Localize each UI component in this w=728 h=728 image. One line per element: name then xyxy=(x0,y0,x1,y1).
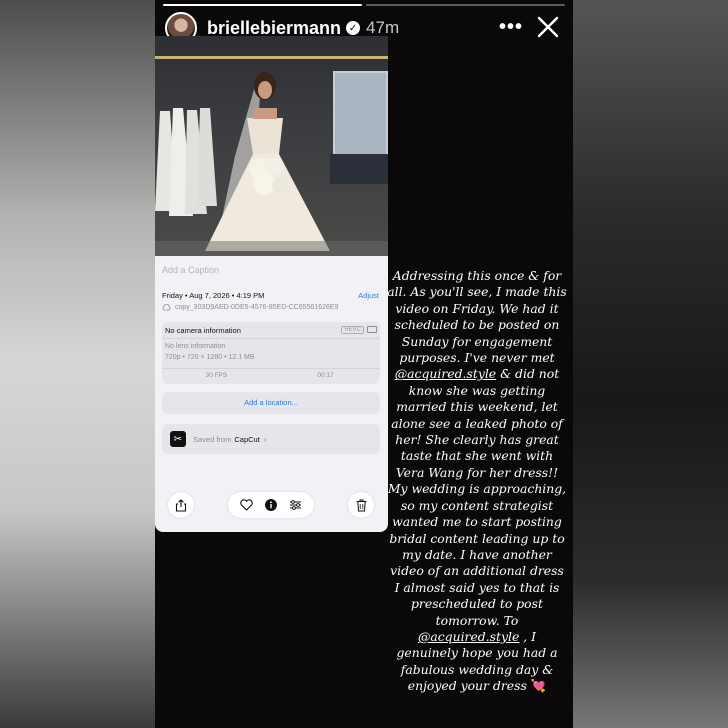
bride-photo xyxy=(155,36,388,256)
capcut-icon: ✂ xyxy=(170,431,186,447)
file-name: copy_303D9AED-0DE5-4576-85ED-CC65561626E… xyxy=(175,304,339,311)
story-text-overlay: Addressing this once & for all. As you'l… xyxy=(387,268,567,695)
lens-info: No lens information xyxy=(165,343,226,350)
video-icon xyxy=(367,326,377,333)
story-text: & did not know she was getting married t… xyxy=(387,366,567,628)
saved-from-app: CapCut xyxy=(234,434,260,444)
adjust-button[interactable]: Adjust xyxy=(358,291,379,300)
divider xyxy=(162,338,380,339)
delete-button[interactable] xyxy=(348,492,374,518)
story-time: 47m xyxy=(366,18,400,37)
progress-segment xyxy=(366,4,565,6)
file-name-row: copy_303D9AED-0DE5-4576-85ED-CC65561626E… xyxy=(162,304,338,311)
blurred-background-right xyxy=(573,0,728,728)
photo-info-screenshot: Add a Caption Friday • Aug 7, 2026 • 4:1… xyxy=(155,36,388,532)
share-button[interactable] xyxy=(168,492,194,518)
more-options-icon[interactable]: ••• xyxy=(499,16,523,39)
format-badge: HEVC xyxy=(341,326,364,334)
video-duration: 00:17 xyxy=(317,372,334,379)
story-view[interactable]: briellebiermann ✓ 47m ••• Add a Caption … xyxy=(155,0,573,728)
verified-badge-icon: ✓ xyxy=(346,21,361,35)
story-progress-bar xyxy=(163,4,565,6)
trash-icon xyxy=(356,499,366,511)
story-text: Addressing this once & for all. As you'l… xyxy=(387,268,567,366)
heart-arrow-emoji: 💘 xyxy=(530,678,547,694)
mention-link[interactable]: @acquired.style xyxy=(395,366,496,381)
heart-icon[interactable] xyxy=(240,499,253,511)
saved-from-row[interactable]: ✂ Saved from CapCut › xyxy=(162,424,380,454)
bride-photo-illustration xyxy=(155,56,388,256)
progress-segment xyxy=(163,4,362,6)
cloud-icon xyxy=(162,304,171,311)
adjust-sliders-icon[interactable] xyxy=(289,499,302,511)
mention-link[interactable]: @acquired.style xyxy=(418,629,519,644)
caption-input[interactable]: Add a Caption xyxy=(162,265,219,275)
photo-date: Friday • Aug 7, 2026 • 4:19 PM xyxy=(162,291,265,300)
saved-from-label: Saved from xyxy=(193,434,232,444)
close-icon[interactable] xyxy=(533,12,563,42)
video-specs: 720p • 720 × 1280 • 12.1 MB xyxy=(165,354,255,361)
info-icon[interactable] xyxy=(265,499,277,511)
blurred-background-left xyxy=(0,0,155,728)
share-icon xyxy=(175,498,187,512)
camera-info: No camera information xyxy=(165,326,241,335)
frame-rate: 30 FPS xyxy=(205,372,228,379)
camera-info-card: No camera information HEVC No lens infor… xyxy=(162,322,380,384)
add-location-button[interactable]: Add a location... xyxy=(162,392,380,414)
divider xyxy=(162,368,380,369)
photo-actions-pill xyxy=(228,492,314,518)
chevron-right-icon: › xyxy=(263,434,267,444)
